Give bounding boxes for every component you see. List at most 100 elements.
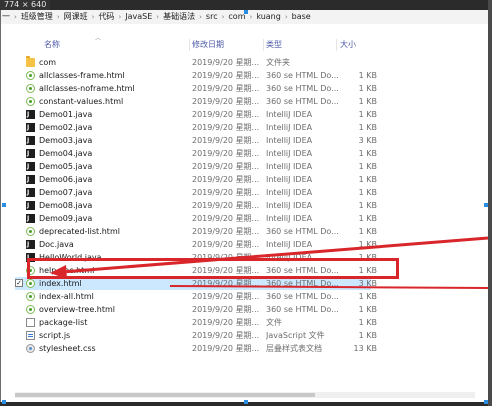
window-frame	[488, 0, 492, 406]
breadcrumb-item[interactable]: 网课班	[63, 10, 89, 24]
file-date: 2019/9/20 星期...	[192, 266, 260, 275]
file-date: 2019/9/20 星期...	[192, 240, 260, 249]
file-row[interactable]: Demo05.java 2019/9/20 星期... IntelliJ IDEA 1…	[15, 160, 377, 173]
chevron-right-icon[interactable]: ›	[196, 10, 205, 24]
column-date[interactable]: 修改日期	[192, 36, 224, 54]
file-row[interactable]: script.js 2019/9/20 星期... JavaScript 文件 1 K…	[15, 329, 377, 342]
breadcrumb-item[interactable]: src	[205, 10, 219, 24]
file-size: 1 KB	[358, 201, 377, 210]
java-icon	[26, 175, 35, 184]
checkbox-icon[interactable]: ✓	[15, 279, 23, 287]
breadcrumb-item[interactable]: JavaSE	[124, 10, 153, 24]
file-size: 1 KB	[358, 110, 377, 119]
resize-handle[interactable]	[244, 10, 248, 14]
file-row[interactable]: HelloWorld.java 2019/9/20 星期... IntelliJ I…	[15, 251, 377, 264]
file-row[interactable]: index-all.html 2019/9/20 星期... 360 se HTML…	[15, 290, 377, 303]
file-date: 2019/9/20 星期...	[192, 110, 260, 119]
file-size: 1 KB	[358, 240, 377, 249]
chevron-right-icon[interactable]: ›	[282, 10, 291, 24]
css-icon	[26, 344, 35, 353]
file-row[interactable]: com 2019/9/20 星期... 文件夹	[15, 56, 371, 69]
breadcrumb-item[interactable]: 基础语法	[162, 10, 196, 24]
file-size: 1 KB	[358, 253, 377, 262]
file-row[interactable]: Demo06.java 2019/9/20 星期... IntelliJ IDEA 1…	[15, 173, 377, 186]
java-icon	[26, 188, 35, 197]
file-row-selected[interactable]: ✓ index.html 2019/9/20 星期... 360 se HTML Do…	[15, 277, 377, 290]
file-name: script.js	[39, 331, 71, 340]
file-size: 1 KB	[358, 214, 377, 223]
html-icon	[26, 266, 35, 275]
file-date: 2019/9/20 星期...	[192, 201, 260, 210]
scrollbar-thumb[interactable]	[15, 393, 315, 397]
html-icon	[26, 97, 35, 106]
file-name: constant-values.html	[39, 97, 124, 106]
chevron-right-icon[interactable]: ›	[219, 10, 228, 24]
java-icon	[26, 201, 35, 210]
breadcrumb-item[interactable]: 班级管理	[20, 10, 54, 24]
column-type[interactable]: 类型	[266, 36, 282, 54]
breadcrumb-item[interactable]: kuang	[255, 10, 282, 24]
html-icon	[26, 292, 35, 301]
file-row[interactable]: help-doc.html 2019/9/20 星期... 360 se HTML …	[15, 264, 377, 277]
file-size: 1 KB	[358, 292, 377, 301]
file-name: package-list	[39, 318, 88, 327]
chevron-right-icon[interactable]: ›	[153, 10, 162, 24]
file-row[interactable]: allclasses-noframe.html 2019/9/20 星期... 36…	[15, 82, 377, 95]
chevron-right-icon[interactable]: ›	[115, 10, 124, 24]
file-date: 2019/9/20 星期...	[192, 175, 260, 184]
file-name: Demo01.java	[39, 110, 93, 119]
horizontal-scrollbar[interactable]	[15, 392, 475, 398]
file-row[interactable]: deprecated-list.html 2019/9/20 星期... 360 s…	[15, 225, 377, 238]
file-row[interactable]: package-list 2019/9/20 星期... 文件 1 KB	[15, 316, 377, 329]
java-icon	[26, 123, 35, 132]
file-type: 360 se HTML Do...	[266, 227, 339, 236]
resize-handle[interactable]	[2, 203, 6, 207]
breadcrumb-item[interactable]: base	[291, 10, 312, 24]
file-row[interactable]: Demo01.java 2019/9/20 星期... IntelliJ IDEA 1…	[15, 108, 377, 121]
file-row[interactable]: constant-values.html 2019/9/20 星期... 360 s…	[15, 95, 377, 108]
js-icon	[26, 331, 35, 340]
file-size: 1 KB	[358, 123, 377, 132]
breadcrumb-item[interactable]: 代码	[97, 10, 115, 24]
file-row[interactable]: Demo02.java 2019/9/20 星期... IntelliJ IDEA 1…	[15, 121, 377, 134]
chevron-right-icon[interactable]: ›	[54, 10, 63, 24]
file-row[interactable]: stylesheet.css 2019/9/20 星期... 层叠样式表文档 13 K…	[15, 342, 377, 355]
file-date: 2019/9/20 星期...	[192, 149, 260, 158]
file-row[interactable]: Demo09.java 2019/9/20 星期... IntelliJ IDEA 1…	[15, 212, 377, 225]
column-name[interactable]: 名称	[44, 36, 60, 54]
column-divider[interactable]	[189, 39, 190, 51]
column-divider[interactable]	[336, 39, 337, 51]
file-type: 层叠样式表文档	[266, 344, 322, 353]
file-date: 2019/9/20 星期...	[192, 71, 260, 80]
file-size: 1 KB	[358, 162, 377, 171]
file-row[interactable]: overview-tree.html 2019/9/20 星期... 360 se …	[15, 303, 377, 316]
chevron-right-icon[interactable]: ›	[89, 10, 98, 24]
file-date: 2019/9/20 星期...	[192, 97, 260, 106]
file-explorer-window: 一 › 班级管理 › 网课班 › 代码 › JavaSE › 基础语法 › src › com › kuang ›…	[0, 10, 488, 402]
column-divider[interactable]	[263, 39, 264, 51]
html-icon	[26, 305, 35, 314]
file-size: 1 KB	[358, 227, 377, 236]
file-row[interactable]: allclasses-frame.html 2019/9/20 星期... 360 …	[15, 69, 377, 82]
capture-size-label: 774 × 640	[0, 0, 51, 10]
file-row[interactable]: Doc.java 2019/9/20 星期... IntelliJ IDEA 1 KB	[15, 238, 377, 251]
file-name: deprecated-list.html	[39, 227, 120, 236]
breadcrumb-item[interactable]: 一	[1, 10, 11, 24]
file-name: Demo02.java	[39, 123, 93, 132]
file-name: Doc.java	[39, 240, 74, 249]
file-row[interactable]: Demo03.java 2019/9/20 星期... IntelliJ IDEA 3…	[15, 134, 377, 147]
file-size: 1 KB	[358, 97, 377, 106]
file-type: 360 se HTML Do...	[266, 279, 339, 288]
chevron-right-icon[interactable]: ›	[11, 10, 20, 24]
file-name: index.html	[39, 279, 82, 288]
file-name: Demo05.java	[39, 162, 93, 171]
file-row[interactable]: Demo08.java 2019/9/20 星期... IntelliJ IDEA 1…	[15, 199, 377, 212]
file-row[interactable]: Demo07.java 2019/9/20 星期... IntelliJ IDEA 1…	[15, 186, 377, 199]
resize-handle[interactable]	[244, 400, 248, 404]
file-row[interactable]: Demo04.java 2019/9/20 星期... IntelliJ IDEA 1…	[15, 147, 377, 160]
file-name: Demo07.java	[39, 188, 93, 197]
file-type: 文件夹	[266, 58, 290, 67]
column-size[interactable]: 大小	[340, 36, 356, 54]
file-type: IntelliJ IDEA	[266, 175, 313, 184]
resize-handle[interactable]	[2, 400, 6, 404]
